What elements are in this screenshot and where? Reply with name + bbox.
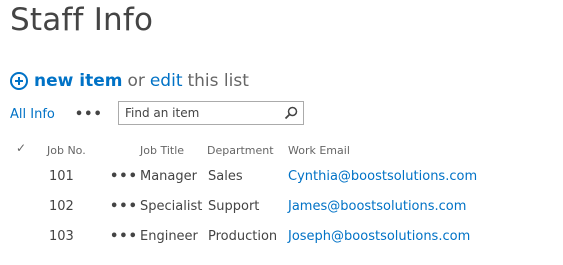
this-list-text: this list (187, 71, 249, 91)
cell-department: Sales (208, 169, 243, 184)
table-row[interactable]: 102 ••• Specialist Support James@boostso… (0, 198, 563, 228)
select-all-check-icon[interactable]: ✓ (16, 141, 26, 155)
column-header-job-title[interactable]: Job Title (140, 144, 184, 157)
table-row[interactable]: 101 ••• Manager Sales Cynthia@boostsolut… (0, 168, 563, 198)
cell-job-no: 103 (49, 229, 74, 244)
item-menu-ellipsis-icon[interactable]: ••• (110, 228, 138, 246)
cell-work-email[interactable]: Cynthia@boostsolutions.com (288, 168, 477, 186)
column-header-work-email[interactable]: Work Email (288, 144, 350, 157)
page-title: Staff Info (10, 2, 154, 38)
cell-work-email[interactable]: Joseph@boostsolutions.com (288, 228, 470, 246)
column-header-department[interactable]: Department (207, 144, 274, 157)
cell-job-no: 101 (49, 169, 74, 184)
view-all-info[interactable]: All Info (10, 107, 55, 122)
cell-job-no: 102 (49, 199, 74, 214)
item-menu-ellipsis-icon[interactable]: ••• (110, 168, 138, 186)
edit-list-link[interactable]: edit (150, 71, 183, 91)
search-input[interactable] (119, 106, 275, 120)
or-text: or (127, 71, 145, 91)
cell-work-email[interactable]: James@boostsolutions.com (288, 198, 466, 216)
search-icon[interactable] (284, 106, 298, 120)
add-circle-icon[interactable] (10, 72, 28, 90)
view-more-ellipsis-icon[interactable]: ••• (75, 107, 103, 122)
cell-department: Support (208, 199, 260, 214)
view-selector: All Info ••• (10, 104, 103, 124)
column-header-job-no[interactable]: Job No. (47, 144, 86, 157)
cell-job-title: Engineer (140, 229, 198, 244)
search-box (118, 101, 304, 125)
new-item-link[interactable]: new item (34, 71, 122, 91)
cell-job-title: Manager (140, 169, 197, 184)
table-row[interactable]: 103 ••• Engineer Production Joseph@boost… (0, 228, 563, 258)
command-bar: new item or edit this list (10, 69, 254, 93)
item-menu-ellipsis-icon[interactable]: ••• (110, 198, 138, 216)
cell-job-title: Specialist (140, 199, 203, 214)
cell-department: Production (208, 229, 278, 244)
